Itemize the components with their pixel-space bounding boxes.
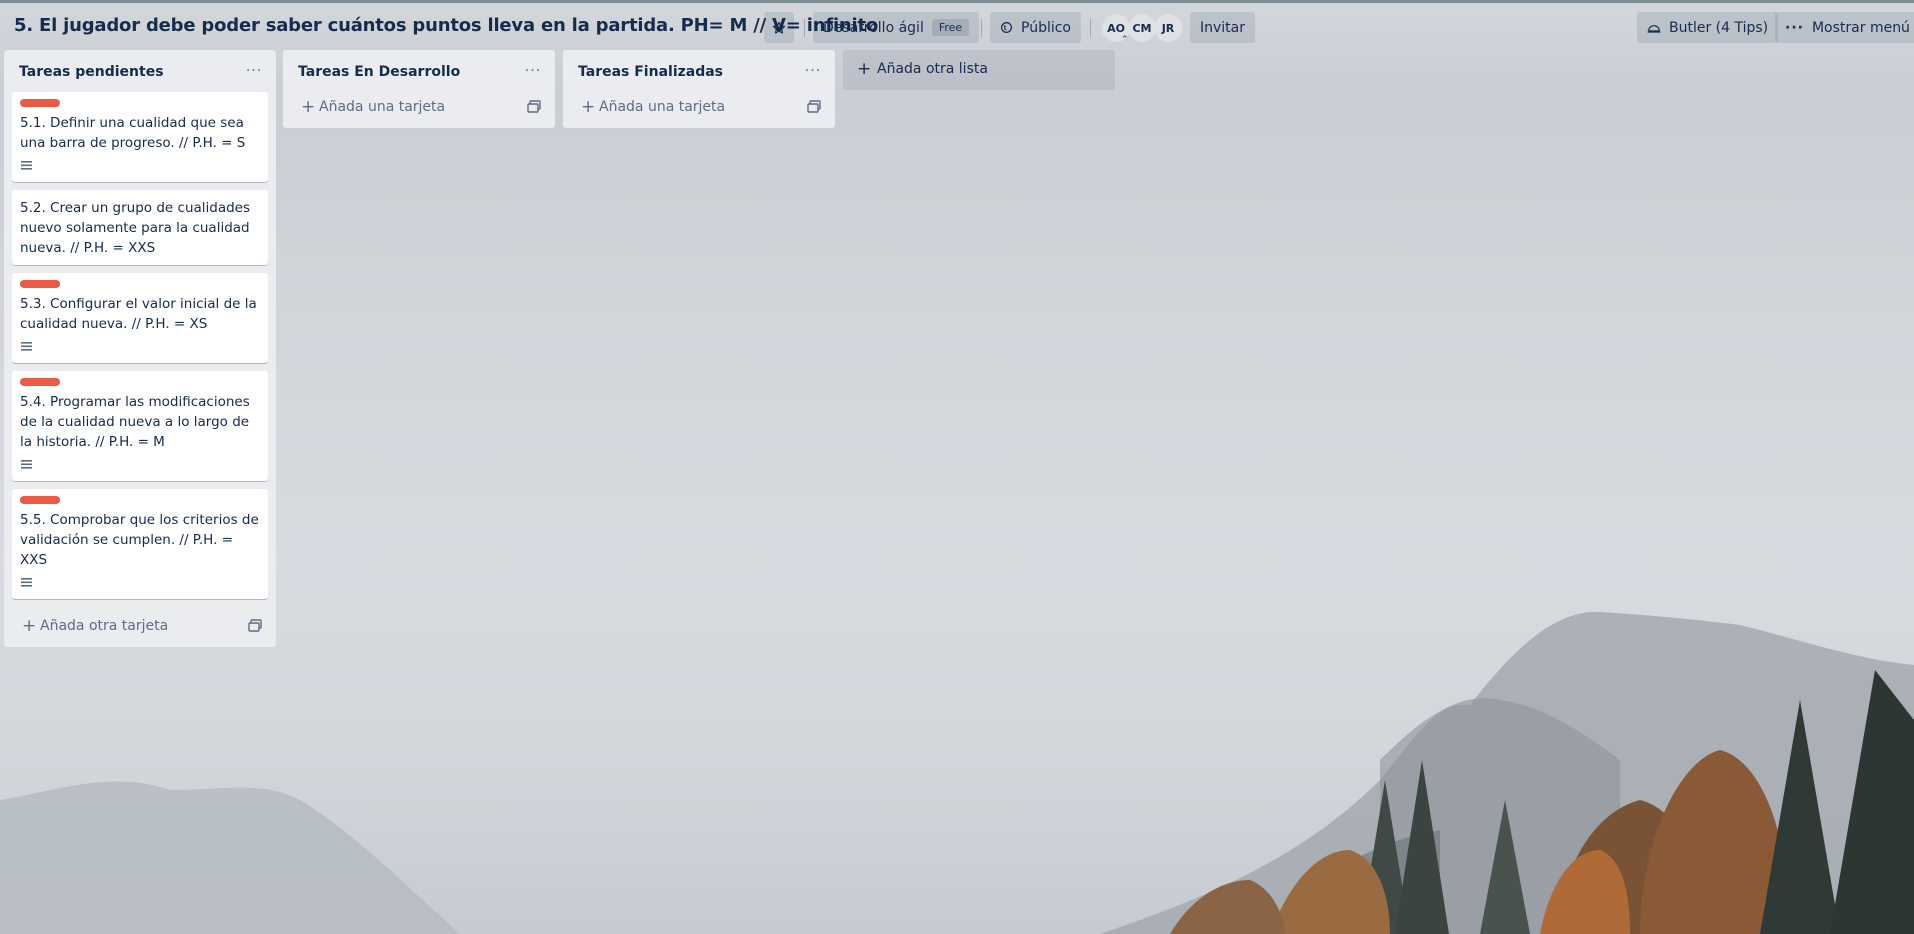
card[interactable]: 5.2. Crear un grupo de cualidades nuevo … (12, 190, 268, 265)
list-tareas-pendientes: Tareas pendientes ··· 5.1. Definir una c… (4, 50, 276, 647)
plan-badge: Free (931, 19, 970, 36)
list-menu-dots-icon[interactable]: ··· (242, 59, 266, 83)
board-title[interactable]: 5. El jugador debe poder saber cuántos p… (14, 15, 878, 36)
description-icon (21, 161, 32, 170)
background-landscape (0, 611, 1914, 934)
card-template-icon[interactable] (248, 619, 262, 633)
plus-icon: + (301, 97, 316, 117)
card-label-red[interactable] (20, 378, 60, 386)
add-card-button[interactable]: + Añada otra tarjeta (4, 607, 276, 647)
star-button[interactable] (764, 12, 794, 43)
list-menu-dots-icon[interactable]: ··· (521, 59, 545, 83)
admin-chevron-icon: ⌃ (1121, 35, 1129, 45)
card-template-icon[interactable] (527, 100, 541, 114)
list-header: Tareas pendientes ··· (4, 50, 276, 92)
description-icon (21, 460, 32, 469)
add-card-label: Añada otra tarjeta (40, 618, 169, 634)
invite-button[interactable]: Invitar (1190, 12, 1256, 43)
card-label-red[interactable] (20, 496, 60, 504)
card-title: 5.5. Comprobar que los criterios de vali… (20, 512, 259, 568)
show-menu-button[interactable]: ··· Mostrar menú (1775, 12, 1914, 43)
plus-icon: + (22, 616, 37, 636)
card-label-red[interactable] (20, 99, 60, 107)
board-header: 5. El jugador debe poder saber cuántos p… (0, 4, 1914, 50)
add-card-label: Añada una tarjeta (599, 99, 726, 115)
list-title[interactable]: Tareas Finalizadas (578, 64, 723, 80)
top-strip (0, 0, 1914, 3)
dots-icon: ··· (1785, 19, 1804, 36)
header-divider (804, 19, 805, 37)
butler-icon (1647, 24, 1661, 33)
add-list-button[interactable]: + Añada otra lista (843, 50, 1115, 90)
butler-button[interactable]: Butler (4 Tips) (1637, 12, 1779, 43)
member-avatar[interactable]: JR (1154, 14, 1182, 42)
card-title: 5.1. Definir una cualidad que sea una ba… (20, 115, 246, 151)
card-title: 5.4. Programar las modificaciones de la … (20, 394, 250, 450)
list-header: Tareas En Desarrollo ··· (283, 50, 555, 92)
star-icon (772, 21, 786, 34)
card[interactable]: 5.3. Configurar el valor inicial de la c… (12, 273, 268, 363)
add-list-label: Añada otra lista (877, 61, 988, 77)
workspace-button[interactable]: Desarrollo ágil Free (813, 12, 980, 43)
butler-label: Butler (4 Tips) (1669, 19, 1769, 36)
card[interactable]: 5.5. Comprobar que los criterios de vali… (12, 489, 268, 599)
add-card-button[interactable]: + Añada una tarjeta (563, 88, 835, 128)
visibility-label: Público (1021, 19, 1071, 36)
workspace-name: Desarrollo ágil (823, 19, 924, 36)
card[interactable]: 5.1. Definir una cualidad que sea una ba… (12, 92, 268, 182)
card-title: 5.3. Configurar el valor inicial de la c… (20, 296, 257, 332)
visibility-button[interactable]: Público (990, 12, 1081, 43)
show-menu-label: Mostrar menú (1811, 19, 1910, 36)
description-icon (21, 578, 32, 587)
board-background (0, 0, 1914, 934)
globe-icon (1001, 22, 1012, 33)
list-title[interactable]: Tareas pendientes (19, 64, 164, 80)
member-avatar[interactable]: CM (1128, 14, 1156, 42)
header-divider (981, 19, 982, 37)
card-title: 5.2. Crear un grupo de cualidades nuevo … (20, 200, 251, 256)
list-header: Tareas Finalizadas ··· (563, 50, 835, 92)
list-tareas-en-desarrollo: Tareas En Desarrollo ··· + Añada una tar… (283, 50, 555, 128)
list-tareas-finalizadas: Tareas Finalizadas ··· + Añada una tarje… (563, 50, 835, 128)
list-title[interactable]: Tareas En Desarrollo (298, 64, 460, 80)
header-divider (1090, 19, 1091, 37)
list-menu-dots-icon[interactable]: ··· (801, 59, 825, 83)
add-card-button[interactable]: + Añada una tarjeta (283, 88, 555, 128)
description-icon (21, 342, 32, 351)
card-template-icon[interactable] (807, 100, 821, 114)
plus-icon: + (857, 59, 872, 79)
plus-icon: + (581, 97, 596, 117)
card[interactable]: 5.4. Programar las modificaciones de la … (12, 371, 268, 481)
card-label-red[interactable] (20, 280, 60, 288)
add-card-label: Añada una tarjeta (319, 99, 446, 115)
